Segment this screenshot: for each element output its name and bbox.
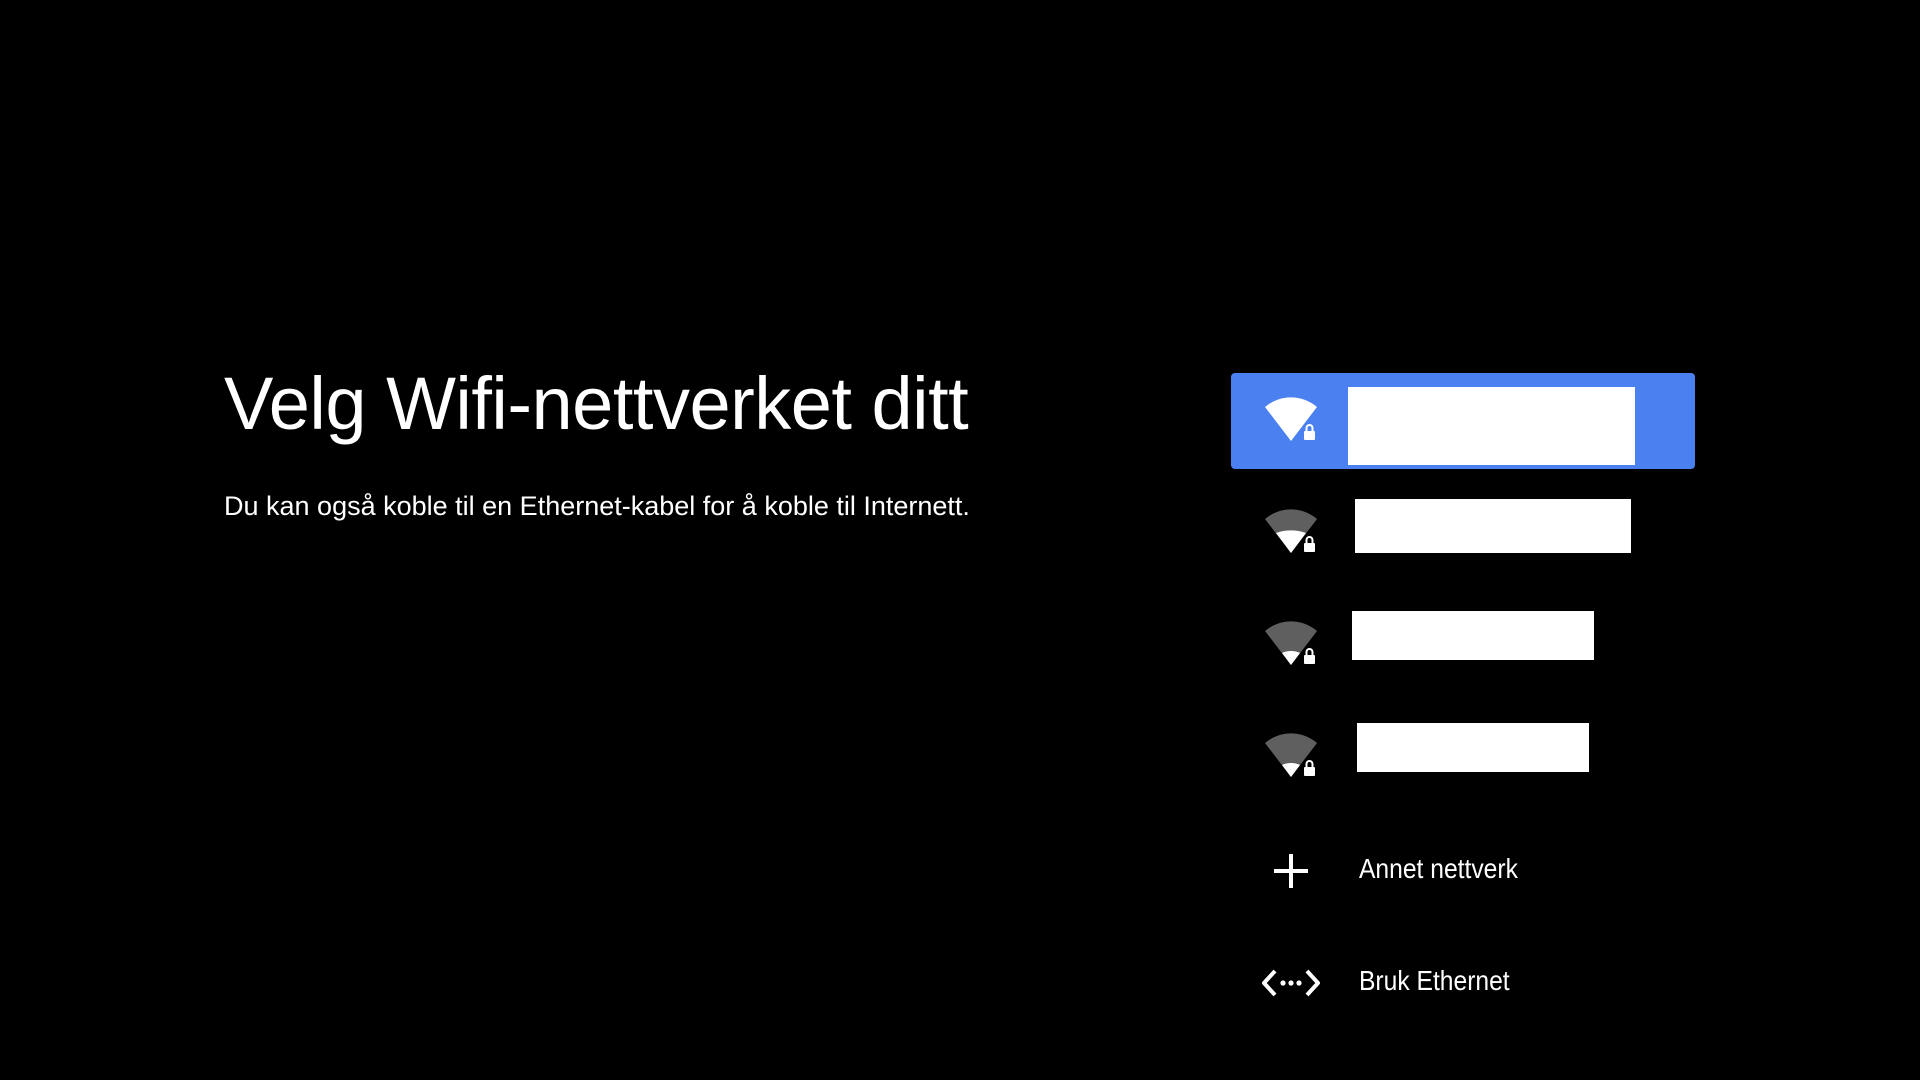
other-network-label: Annet nettverk [1359,853,1518,884]
use-ethernet-label: Bruk Ethernet [1359,965,1510,996]
network-name-redacted [1357,723,1589,772]
network-item[interactable] [1231,373,1695,469]
wifi-lock-icon [1261,509,1321,561]
network-name-redacted [1348,387,1635,465]
page-subtitle: Du kan også koble til en Ethernet-kabel … [224,491,970,521]
other-network-button[interactable]: Annet nettverk [1231,821,1695,917]
use-ethernet-button[interactable]: Bruk Ethernet [1231,933,1695,1029]
network-item[interactable] [1231,485,1695,581]
network-list: Annet nettverk Bruk Ethernet [1231,373,1695,1045]
wifi-lock-icon [1261,733,1321,785]
page-title: Velg Wifi-nettverket ditt [224,362,969,445]
network-item[interactable] [1231,597,1695,693]
ethernet-icon [1261,957,1321,1009]
wifi-lock-icon [1261,621,1321,673]
plus-icon [1261,845,1321,897]
network-name-redacted [1352,611,1594,660]
wifi-lock-icon [1261,397,1321,449]
network-item[interactable] [1231,709,1695,805]
network-name-redacted [1355,499,1631,553]
wifi-setup-screen: Velg Wifi-nettverket ditt Du kan også ko… [0,0,1920,1080]
